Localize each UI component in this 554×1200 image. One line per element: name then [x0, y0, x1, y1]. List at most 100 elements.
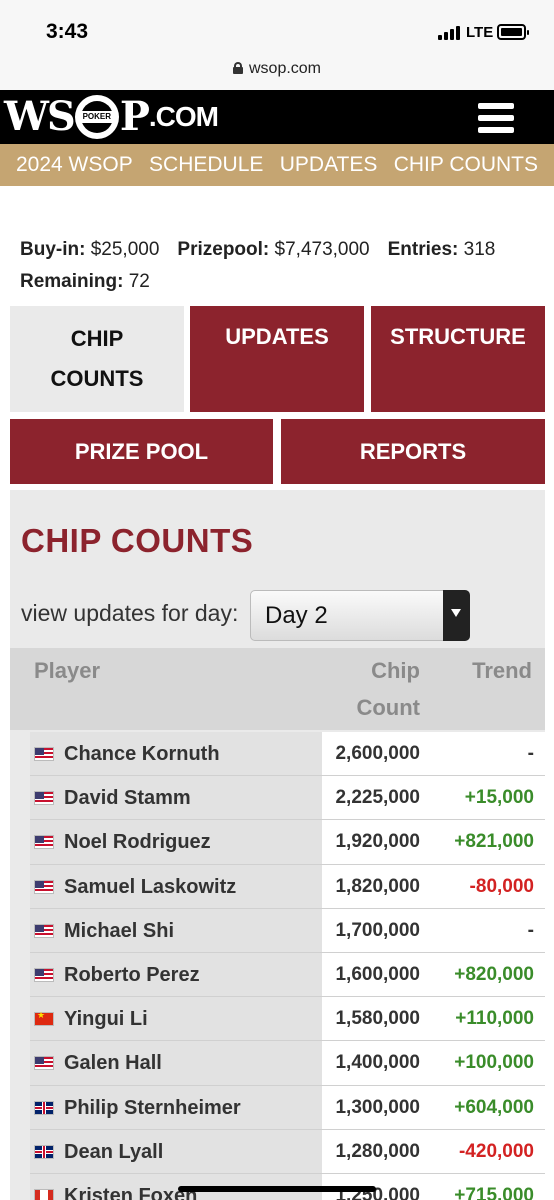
chip-count-cell: 1,300,000	[322, 1085, 424, 1129]
panel-title: CHIP COUNTS	[21, 522, 254, 559]
col-chip-count-line1: Chip	[371, 658, 420, 683]
player-cell: David Stamm	[30, 776, 322, 820]
player-cell: Noel Rodriguez	[30, 820, 322, 864]
status-bar: 3:43 LTE	[0, 0, 554, 58]
trend-value: +715,000	[454, 1184, 534, 1200]
table-header: Player Chip Count Trend	[10, 648, 545, 730]
tab-structure[interactable]: STRUCTURE	[371, 306, 545, 412]
chip-count-cell: 1,600,000	[322, 952, 424, 997]
table-row[interactable]: Philip Sternheimer 1,300,000 +604,000	[30, 1085, 545, 1130]
player-name[interactable]: Philip Sternheimer	[64, 1086, 241, 1130]
chip-count-cell: 1,920,000	[322, 820, 424, 864]
buyin-value: $25,000	[90, 239, 160, 260]
player-name[interactable]: Dean Lyall	[64, 1130, 163, 1174]
col-player[interactable]: Player	[34, 652, 100, 689]
player-name[interactable]: Samuel Laskowitz	[64, 865, 236, 909]
logo-chip-label: POKER	[78, 111, 115, 123]
buyin-item: Buy-in: $25,000	[20, 234, 159, 266]
trend-cell: -80,000	[424, 864, 545, 908]
buyin-label: Buy-in:	[20, 239, 86, 260]
player-name[interactable]: Chance Kornuth	[64, 732, 220, 776]
trend-value: -420,000	[458, 1140, 534, 1162]
remaining-item: Remaining: 72	[20, 266, 150, 298]
trend-value: +100,000	[454, 1052, 534, 1074]
table-row[interactable]: Samuel Laskowitz 1,820,000 -80,000	[30, 864, 545, 909]
url-bar[interactable]: wsop.com	[0, 58, 554, 90]
trend-cell: -	[424, 732, 545, 776]
player-name[interactable]: Yingui Li	[64, 997, 148, 1041]
day-select[interactable]: Day 2	[250, 590, 470, 641]
table-row[interactable]: Dean Lyall 1,280,000 -420,000	[30, 1129, 545, 1174]
trend-cell: +715,000	[424, 1173, 545, 1200]
trend-value: +110,000	[455, 1008, 534, 1030]
prizepool-label: Prizepool:	[177, 239, 270, 260]
trend-cell: -	[424, 908, 545, 952]
tab-prize-pool[interactable]: PRIZE POOL	[10, 419, 273, 484]
trend-cell: +604,000	[424, 1085, 545, 1129]
player-name[interactable]: Noel Rodriguez	[64, 820, 211, 864]
trend-value: +820,000	[454, 963, 534, 985]
col-chip-count[interactable]: Chip Count	[350, 652, 420, 726]
table-row[interactable]: Yingui Li 1,580,000 +110,000	[30, 997, 545, 1042]
wsop-logo[interactable]: WS POKER P .COM	[4, 94, 219, 140]
chip-count: 1,580,000	[335, 1008, 420, 1030]
entries-value: 318	[463, 239, 496, 260]
tab-chip-counts-line2: COUNTS	[50, 366, 144, 391]
remaining-value: 72	[128, 271, 150, 292]
trend-cell: -420,000	[424, 1129, 545, 1173]
hamburger-menu-icon[interactable]	[478, 103, 514, 133]
table-row[interactable]: Chance Kornuth 2,600,000 -	[30, 732, 545, 777]
status-time: 3:43	[46, 20, 89, 43]
chip-counts-panel: CHIP COUNTS view updates for day: Day 2 …	[10, 490, 545, 1200]
url-display[interactable]: wsop.com	[232, 60, 321, 78]
player-name[interactable]: Michael Shi	[64, 909, 174, 953]
logo-dotcom: .COM	[148, 101, 219, 132]
prizepool-item: Prizepool: $7,473,000	[177, 234, 369, 266]
table-row[interactable]: David Stamm 2,225,000 +15,000	[30, 776, 545, 821]
player-cell: Samuel Laskowitz	[30, 864, 322, 909]
trend-value: -	[527, 919, 534, 941]
trend-value: +821,000	[454, 831, 534, 853]
poker-chip-icon: POKER	[74, 95, 119, 139]
player-cell: Dean Lyall	[30, 1129, 322, 1174]
chip-count-cell: 1,400,000	[322, 1041, 424, 1085]
table-row[interactable]: Michael Shi 1,700,000 -	[30, 908, 545, 953]
flag-icon	[34, 1188, 54, 1200]
table-row[interactable]: Noel Rodriguez 1,920,000 +821,000	[30, 820, 545, 865]
player-name[interactable]: David Stamm	[64, 776, 191, 820]
table-row[interactable]: Roberto Perez 1,600,000 +820,000	[30, 952, 545, 998]
chip-count: 1,400,000	[335, 1052, 420, 1074]
chip-count-cell: 1,580,000	[322, 997, 424, 1041]
flag-icon	[34, 879, 54, 894]
table-row[interactable]: Galen Hall 1,400,000 +100,000	[30, 1041, 545, 1086]
trend-value: -80,000	[469, 875, 534, 897]
nav-2024-wsop[interactable]: 2024 WSOP	[16, 153, 133, 177]
trend-cell: +821,000	[424, 820, 545, 864]
player-name[interactable]: Galen Hall	[64, 1041, 162, 1085]
player-name[interactable]: Roberto Perez	[64, 953, 200, 997]
nav-schedule[interactable]: SCHEDULE	[149, 153, 263, 177]
day-select-value: Day 2	[265, 602, 328, 629]
chip-count: 1,820,000	[335, 875, 420, 897]
flag-icon	[34, 791, 54, 806]
flag-icon	[34, 1144, 54, 1159]
lock-icon	[232, 62, 243, 74]
chip-count: 1,600,000	[335, 963, 420, 985]
chip-count: 1,920,000	[335, 831, 420, 853]
tab-reports[interactable]: REPORTS	[281, 419, 545, 484]
day-label: view updates for day:	[21, 600, 239, 626]
nav-updates[interactable]: UPDATES	[280, 153, 378, 177]
remaining-label: Remaining:	[20, 271, 124, 292]
tab-chip-counts[interactable]: CHIP COUNTS	[10, 306, 184, 412]
player-cell: Galen Hall	[30, 1041, 322, 1085]
player-cell: Roberto Perez	[30, 952, 322, 997]
entries-item: Entries: 318	[388, 234, 496, 266]
nav-chip-counts[interactable]: CHIP COUNTS	[394, 153, 538, 177]
flag-icon	[34, 1100, 54, 1115]
col-trend[interactable]: Trend	[462, 652, 532, 689]
trend-cell: +110,000	[424, 997, 545, 1041]
player-cell: Michael Shi	[30, 908, 322, 953]
tab-updates[interactable]: UPDATES	[190, 306, 364, 412]
flag-icon	[34, 747, 54, 761]
chevron-down-icon[interactable]	[443, 590, 470, 641]
